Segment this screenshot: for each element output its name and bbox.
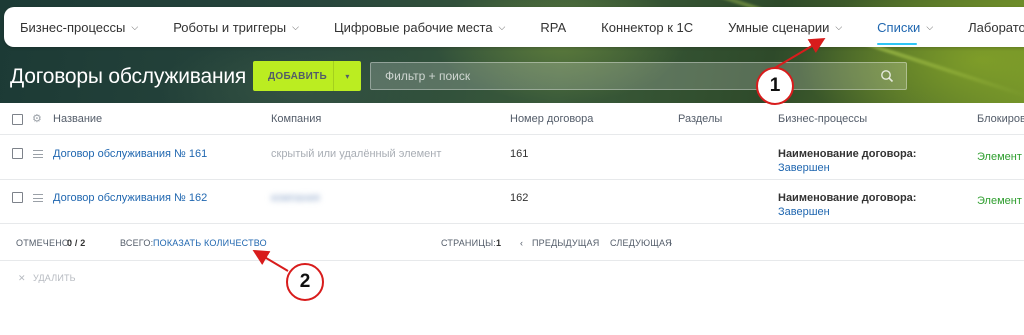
annotation-arrows [252,37,826,272]
annotation-callout-2: 2 [286,263,324,301]
annotation-arrow-2 [252,249,289,272]
annotation-callout-1: 1 [756,67,794,105]
